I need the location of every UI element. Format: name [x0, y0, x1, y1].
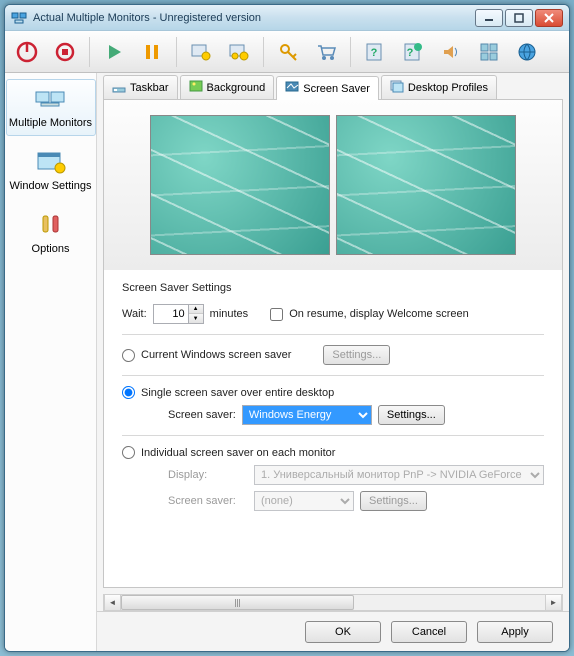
screensaver-preview-monitor-2 [336, 115, 516, 255]
mode-individual-radio[interactable] [122, 446, 135, 459]
tab-label: Background [207, 82, 266, 94]
window-buttons [473, 9, 563, 27]
on-resume-label[interactable]: On resume, display Welcome screen [289, 308, 469, 320]
tab-screen-saver[interactable]: Screen Saver [276, 76, 379, 100]
indiv-display-row: Display: 1. Универсальный монитор PnP ->… [168, 465, 544, 485]
wait-label: Wait: [122, 308, 147, 320]
screensaver-preview-monitor-1 [150, 115, 330, 255]
screen-saver-settings: Screen Saver Settings Wait: ▲ ▼ minutes [104, 270, 562, 529]
play-icon[interactable] [100, 35, 128, 69]
sidebar: Multiple Monitors Window Settings Option… [5, 73, 97, 651]
wait-spinner: ▲ ▼ [153, 304, 204, 324]
tab-strip: Taskbar Background Screen Saver Desktop … [97, 73, 569, 99]
key-icon[interactable] [274, 35, 302, 69]
wait-input[interactable] [153, 304, 189, 324]
dialog-footer: OK Cancel Apply [97, 611, 569, 651]
mode-individual-row: Individual screen saver on each monitor [122, 446, 544, 459]
main-toolbar: ? ? [5, 31, 569, 73]
mode-current-radio[interactable] [122, 349, 135, 362]
background-icon [189, 79, 203, 96]
mode-single-radio[interactable] [122, 386, 135, 399]
indiv-saver-row: Screen saver: (none) Settings... [168, 491, 544, 511]
single-settings-button[interactable]: Settings... [378, 405, 445, 425]
single-saver-field: Screen saver: [168, 409, 236, 421]
horizontal-scrollbar[interactable]: ◄ ► [103, 594, 563, 611]
maximize-button[interactable] [505, 9, 533, 27]
mode-single-label[interactable]: Single screen saver over entire desktop [141, 387, 334, 399]
single-saver-select[interactable]: Windows Energy [242, 405, 372, 425]
indiv-settings-button[interactable]: Settings... [360, 491, 427, 511]
tab-taskbar[interactable]: Taskbar [103, 75, 178, 99]
on-resume-checkbox[interactable] [270, 308, 283, 321]
sidebar-item-label: Window Settings [10, 180, 92, 192]
scroll-left-arrow[interactable]: ◄ [104, 595, 121, 610]
help-icon[interactable]: ? [361, 35, 389, 69]
pause-icon[interactable] [138, 35, 166, 69]
sidebar-item-label: Multiple Monitors [9, 117, 92, 129]
stop-icon[interactable] [51, 35, 79, 69]
scroll-thumb[interactable] [121, 595, 354, 610]
indiv-saver-select[interactable]: (none) [254, 491, 354, 511]
tab-content: Screen Saver Settings Wait: ▲ ▼ minutes [103, 99, 563, 588]
profiles-icon [390, 79, 404, 96]
window-title: Actual Multiple Monitors - Unregistered … [33, 12, 467, 24]
tab-desktop-profiles[interactable]: Desktop Profiles [381, 75, 497, 99]
screen-saver-icon [285, 80, 299, 97]
mode-single-row: Single screen saver over entire desktop [122, 386, 544, 399]
minimize-button[interactable] [475, 9, 503, 27]
svg-text:?: ? [371, 47, 378, 59]
scroll-track[interactable] [121, 595, 545, 610]
monitors-icon [33, 86, 69, 114]
panel-gear-2-icon[interactable] [225, 35, 253, 69]
mode-current-row: Current Windows screen saver Settings... [122, 345, 544, 365]
options-icon [33, 212, 69, 240]
indiv-display-select[interactable]: 1. Универсальный монитор PnP -> NVIDIA G… [254, 465, 544, 485]
sidebar-item-multiple-monitors[interactable]: Multiple Monitors [6, 79, 96, 136]
apply-button[interactable]: Apply [477, 621, 553, 643]
wait-spin-up[interactable]: ▲ [189, 305, 203, 314]
mode-current-label[interactable]: Current Windows screen saver [141, 349, 291, 361]
help-plus-icon[interactable]: ? [399, 35, 427, 69]
titlebar[interactable]: Actual Multiple Monitors - Unregistered … [5, 5, 569, 31]
taskbar-icon [112, 79, 126, 96]
client-area: Multiple Monitors Window Settings Option… [5, 73, 569, 651]
power-icon[interactable] [13, 35, 41, 69]
window-settings-icon [33, 149, 69, 177]
sound-icon[interactable] [437, 35, 465, 69]
cart-icon[interactable] [312, 35, 340, 69]
wait-units: minutes [210, 308, 249, 320]
tab-background[interactable]: Background [180, 75, 275, 99]
grid-icon[interactable] [475, 35, 503, 69]
globe-icon[interactable] [513, 35, 541, 69]
panel-gear-icon[interactable] [187, 35, 215, 69]
app-icon [11, 10, 27, 26]
cancel-button[interactable]: Cancel [391, 621, 467, 643]
app-window: Actual Multiple Monitors - Unregistered … [4, 4, 570, 652]
ok-button[interactable]: OK [305, 621, 381, 643]
indiv-display-field: Display: [168, 469, 248, 481]
mode-current-settings-button[interactable]: Settings... [323, 345, 390, 365]
screensaver-preview-area [104, 100, 562, 270]
wait-spin-down[interactable]: ▼ [189, 314, 203, 323]
single-saver-row: Screen saver: Windows Energy Settings... [168, 405, 544, 425]
sidebar-item-options[interactable]: Options [6, 205, 96, 262]
main-panel: Taskbar Background Screen Saver Desktop … [97, 73, 569, 651]
sidebar-item-window-settings[interactable]: Window Settings [6, 142, 96, 199]
scroll-right-arrow[interactable]: ► [545, 595, 562, 610]
close-button[interactable] [535, 9, 563, 27]
tab-label: Desktop Profiles [408, 82, 488, 94]
tab-label: Screen Saver [303, 83, 370, 95]
wait-row: Wait: ▲ ▼ minutes On resume, display Wel… [122, 304, 544, 324]
indiv-saver-field: Screen saver: [168, 495, 248, 507]
mode-individual-label[interactable]: Individual screen saver on each monitor [141, 447, 335, 459]
sidebar-item-label: Options [32, 243, 70, 255]
tab-label: Taskbar [130, 82, 169, 94]
group-label: Screen Saver Settings [122, 282, 544, 294]
svg-text:?: ? [407, 47, 414, 59]
